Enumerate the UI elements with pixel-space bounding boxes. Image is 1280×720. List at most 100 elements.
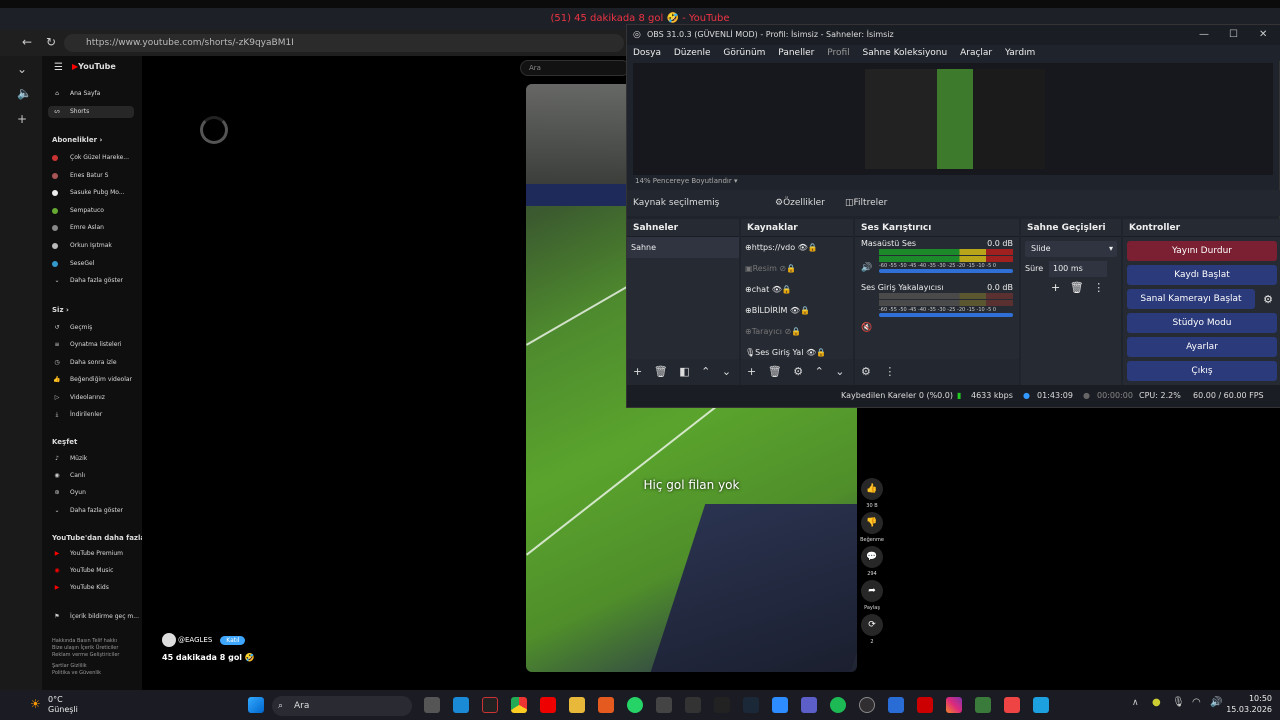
speaker-icon[interactable]: 🔊: [861, 263, 872, 273]
history-item[interactable]: ↺ Geçmiş: [52, 322, 92, 334]
chevron-up-icon[interactable]: ⌃: [815, 365, 824, 378]
clock[interactable]: 10:50 15.03.2026: [1226, 693, 1272, 715]
eye-icon[interactable]: 👁: [772, 285, 782, 294]
subscription-item[interactable]: SeseGel: [52, 258, 94, 270]
subscription-item[interactable]: Çok Güzel Hareke...: [52, 152, 129, 164]
like-button[interactable]: 👍: [861, 478, 883, 500]
scene-item[interactable]: Sahne: [627, 237, 739, 258]
zoom-label[interactable]: 14% Pencereye Boyutlandır ▾: [635, 177, 737, 185]
app-icon[interactable]: [917, 697, 933, 713]
gear-icon[interactable]: ⚙: [793, 365, 803, 378]
you-header[interactable]: Siz ›: [52, 304, 69, 316]
dislike-button[interactable]: 👎: [861, 512, 883, 534]
youtube-premium-item[interactable]: ▶ YouTube Premium: [52, 548, 123, 560]
maximize-icon[interactable]: ☐: [1229, 25, 1238, 45]
source-item[interactable]: ⊕Tarayıcı ⊘🔒: [741, 321, 853, 342]
source-item[interactable]: ⊕BİLDİRİM 👁🔒: [741, 300, 853, 321]
obs-preview[interactable]: [633, 63, 1273, 175]
nav-home[interactable]: ⌂ Ana Sayfa: [52, 88, 100, 100]
chevron-down-icon[interactable]: ⌄: [722, 365, 731, 378]
eye-icon[interactable]: 👁: [798, 243, 808, 252]
app-icon[interactable]: [888, 697, 904, 713]
new-tab-plus-icon[interactable]: +: [17, 112, 27, 126]
trash-icon[interactable]: 🗑: [1070, 281, 1084, 294]
menu-view[interactable]: Görünüm: [723, 48, 765, 58]
menu-docks[interactable]: Paneller: [778, 48, 814, 58]
back-arrow-icon[interactable]: ←: [22, 35, 32, 49]
teams-icon[interactable]: [801, 697, 817, 713]
stop-streaming-button[interactable]: Yayını Durdur: [1127, 241, 1277, 261]
menu-help[interactable]: Yardım: [1005, 48, 1035, 58]
source-item[interactable]: ⊕chat 👁🔒: [741, 279, 853, 300]
app-icon[interactable]: [1004, 697, 1020, 713]
subscription-item[interactable]: Sempatuco: [52, 205, 104, 217]
spotify-icon[interactable]: [830, 697, 846, 713]
downloads-item[interactable]: ⤓ İndirilenler: [52, 409, 103, 421]
channel-avatar[interactable]: [162, 633, 176, 647]
capcut-icon[interactable]: [714, 697, 730, 713]
properties-button[interactable]: ⚙Özellikler: [775, 190, 825, 216]
eye-icon[interactable]: 👁: [790, 306, 800, 315]
chevron-up-icon[interactable]: ⌃: [701, 365, 710, 378]
task-view-icon[interactable]: [424, 697, 440, 713]
reload-icon[interactable]: ↻: [46, 35, 56, 49]
chevron-down-icon[interactable]: ⌄: [835, 365, 844, 378]
hamburger-icon[interactable]: ☰: [54, 62, 63, 73]
app-icon[interactable]: [975, 697, 991, 713]
exit-button[interactable]: Çıkış: [1127, 361, 1277, 381]
start-recording-button[interactable]: Kaydı Başlat: [1127, 265, 1277, 285]
url-field[interactable]: https://www.youtube.com/shorts/-zK9qyaBM…: [64, 34, 624, 52]
source-item[interactable]: ⊕https://vdo 👁🔒: [741, 237, 853, 258]
wifi-icon[interactable]: ◠: [1192, 697, 1201, 708]
show-more-explore[interactable]: ⌄ Daha fazla göster: [52, 505, 123, 517]
your-videos-item[interactable]: ▷ Videolarınız: [52, 392, 105, 404]
speaker-icon[interactable]: 🔈: [17, 86, 32, 100]
footer-line[interactable]: Politika ve Güvenlik: [52, 670, 119, 677]
add-icon[interactable]: +: [633, 365, 642, 378]
gear-icon[interactable]: ⚙: [861, 365, 871, 378]
duration-input[interactable]: 100 ms: [1049, 261, 1107, 277]
obs-taskbar-icon[interactable]: [859, 697, 875, 713]
app-icon[interactable]: [685, 697, 701, 713]
tray-app-icon[interactable]: ●: [1152, 697, 1161, 708]
studio-mode-button[interactable]: Stüdyo Modu: [1127, 313, 1277, 333]
youtube-search-input[interactable]: Ara: [520, 60, 630, 76]
menu-tools[interactable]: Araçlar: [960, 48, 992, 58]
app-icon[interactable]: [1033, 697, 1049, 713]
youtube-logo[interactable]: ▶YouTube: [72, 62, 116, 71]
firefox-icon[interactable]: [598, 697, 614, 713]
close-icon[interactable]: ✕: [1259, 25, 1267, 45]
eye-icon[interactable]: 👁: [806, 348, 816, 357]
opera-gx-icon[interactable]: [482, 697, 498, 713]
subscription-item[interactable]: Orkun Işıtmak: [52, 240, 112, 252]
show-more-subscriptions[interactable]: ⌄ Daha fazla göster: [52, 275, 123, 287]
watch-later-item[interactable]: ◷ Daha sonra izle: [52, 357, 116, 369]
more-vertical-icon[interactable]: ⋮: [884, 365, 895, 378]
report-history-item[interactable]: ⚑ İçerik bildirme geç m...: [52, 611, 139, 623]
settings-button[interactable]: Ayarlar: [1127, 337, 1277, 357]
subscription-item[interactable]: Sasuke Pubg Mo...: [52, 187, 125, 199]
footer-line[interactable]: Reklam verme Geliştiriciler: [52, 652, 119, 659]
steam-icon[interactable]: [743, 697, 759, 713]
menu-profile[interactable]: Profil: [827, 48, 849, 58]
lock-icon[interactable]: 🔒: [816, 348, 826, 357]
chevron-up-icon[interactable]: ∧: [1132, 698, 1139, 708]
chevron-down-icon[interactable]: ⌄: [17, 62, 27, 76]
windows-start-icon[interactable]: [248, 697, 264, 713]
volume-fader[interactable]: [879, 313, 1013, 317]
liked-videos-item[interactable]: 👍 Beğendiğim videolar: [52, 374, 132, 386]
lock-icon[interactable]: 🔒: [786, 264, 796, 273]
subscriptions-header[interactable]: Abonelikler ›: [52, 134, 102, 146]
taskbar-search[interactable]: ⌕ Ara: [272, 696, 412, 716]
footer-line[interactable]: Hakkında Basın Telif hakkı: [52, 638, 119, 645]
trash-icon[interactable]: 🗑: [768, 365, 782, 378]
trash-icon[interactable]: 🗑: [654, 365, 668, 378]
volume-fader[interactable]: [879, 269, 1013, 273]
source-item[interactable]: ▣Resim ⊘🔒: [741, 258, 853, 279]
minimize-icon[interactable]: —: [1199, 25, 1209, 45]
gear-icon[interactable]: ⚙: [1263, 293, 1273, 306]
lock-icon[interactable]: 🔒: [800, 306, 810, 315]
app-icon[interactable]: [656, 697, 672, 713]
youtube-music-item[interactable]: ◉ YouTube Music: [52, 565, 113, 577]
subscription-item[interactable]: Enes Batur S: [52, 170, 108, 182]
